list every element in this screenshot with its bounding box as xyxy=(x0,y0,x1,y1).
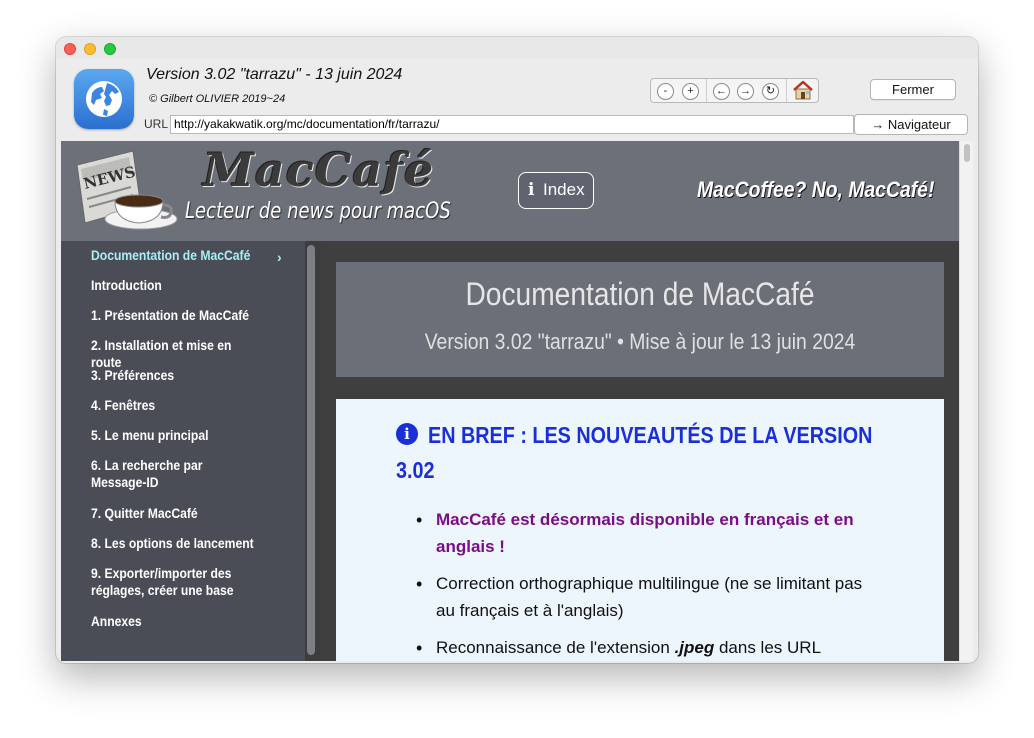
doc-header: Documentation de MacCafé Version 3.02 "t… xyxy=(336,262,944,377)
sidebar-item-annexes[interactable]: Annexes xyxy=(91,613,258,630)
list-item-text: dans les URL xyxy=(714,638,822,657)
house-icon[interactable] xyxy=(790,80,816,101)
sidebar-item-recherche-message-id[interactable]: 6. La recherche par Message-ID xyxy=(91,457,258,491)
sidebar-scrollbar[interactable] xyxy=(307,245,315,655)
list-item: Reconnaissance de l'extension .jpeg dans… xyxy=(436,634,876,661)
app-globe-icon xyxy=(74,69,134,129)
info-circle-icon: i xyxy=(396,423,418,445)
reload-button[interactable]: ↻ xyxy=(762,83,779,100)
title-bar xyxy=(56,37,978,59)
page-scrollbar[interactable] xyxy=(959,141,973,661)
bullet-icon: • xyxy=(416,510,423,530)
navigation-toolbar: - + ← → ↻ xyxy=(650,78,819,103)
fermer-button[interactable]: Fermer xyxy=(870,79,956,100)
logo-subtitle: Lecteur de news pour macOS xyxy=(185,199,451,224)
bullet-icon: • xyxy=(416,574,423,594)
toolbar-divider xyxy=(706,79,707,102)
toolbar-divider xyxy=(786,79,787,102)
url-label: URL xyxy=(144,117,169,131)
sidebar-item-fenetres[interactable]: 4. Fenêtres xyxy=(91,397,258,414)
sidebar-item-exporter-importer[interactable]: 9. Exporter/importer des réglages, créer… xyxy=(91,565,258,599)
app-version-title: Version 3.02 "tarrazu" - 13 juin 2024 xyxy=(146,66,403,83)
sidebar-item-introduction[interactable]: Introduction xyxy=(91,277,258,294)
logo-title: MacCafé xyxy=(203,143,435,197)
forward-button[interactable]: → xyxy=(737,83,754,100)
doc-main: Documentation de MacCafé Version 3.02 "t… xyxy=(321,241,959,661)
newspaper-coffee-icon: NEWS xyxy=(71,145,181,242)
section-heading: EN BREF : LES NOUVEAUTÉS DE LA VERSION xyxy=(428,422,873,448)
app-copyright: © Gilbert OLIVIER 2019~24 xyxy=(149,93,286,105)
index-button[interactable]: i Index xyxy=(518,172,594,209)
scrollbar-thumb[interactable] xyxy=(964,144,970,162)
page-title: Documentation de MacCafé xyxy=(465,276,815,312)
sidebar-item-documentation[interactable]: Documentation de MacCafé xyxy=(91,247,258,264)
sidebar-item-presentation[interactable]: 1. Présentation de MacCafé xyxy=(91,307,258,324)
close-window-button[interactable] xyxy=(64,43,76,55)
section-heading-version: 3.02 xyxy=(396,457,435,483)
web-content: NEWS MacCafé Lecteur de news pour macOS … xyxy=(61,141,959,661)
list-item-text: Reconnaissance de l'extension xyxy=(436,638,675,657)
zoom-window-button[interactable] xyxy=(104,43,116,55)
back-button[interactable]: ← xyxy=(713,83,730,100)
app-window: Version 3.02 "tarrazu" - 13 juin 2024 © … xyxy=(56,37,978,663)
url-field[interactable]: http://yakakwatik.org/mc/documentation/f… xyxy=(170,115,854,134)
jpeg-extension: .jpeg xyxy=(674,638,715,657)
zoom-in-button[interactable]: + xyxy=(682,83,699,100)
site-banner: NEWS MacCafé Lecteur de news pour macOS … xyxy=(61,141,959,241)
bullet-icon: • xyxy=(416,638,423,658)
doc-sidebar: Documentation de MacCafé Introduction 1.… xyxy=(61,241,305,661)
sidebar-item-menu-principal[interactable]: 5. Le menu principal xyxy=(91,427,258,444)
info-icon: i xyxy=(528,180,535,200)
zoom-out-button[interactable]: - xyxy=(657,83,674,100)
chevron-right-icon: › xyxy=(277,249,282,265)
sidebar-item-installation[interactable]: 2. Installation et mise en route xyxy=(91,337,258,371)
index-label: Index xyxy=(543,180,585,199)
doc-body: i EN BREF : LES NOUVEAUTÉS DE LA VERSION… xyxy=(336,399,944,661)
open-in-browser-button[interactable]: → Navigateur xyxy=(854,114,968,135)
site-slogan: MacCoffee? No, MacCafé! xyxy=(697,177,935,202)
list-item: MacCafé est désormais disponible en fran… xyxy=(436,510,854,556)
minimize-window-button[interactable] xyxy=(84,43,96,55)
sidebar-item-quitter[interactable]: 7. Quitter MacCafé xyxy=(91,505,258,522)
sidebar-item-options-lancement[interactable]: 8. Les options de lancement xyxy=(91,535,258,552)
sidebar-item-preferences[interactable]: 3. Préférences xyxy=(91,367,258,384)
page-subtitle: Version 3.02 "tarrazu" • Mise à jour le … xyxy=(424,329,856,354)
list-item: Correction orthographique multilingue (n… xyxy=(436,574,863,620)
